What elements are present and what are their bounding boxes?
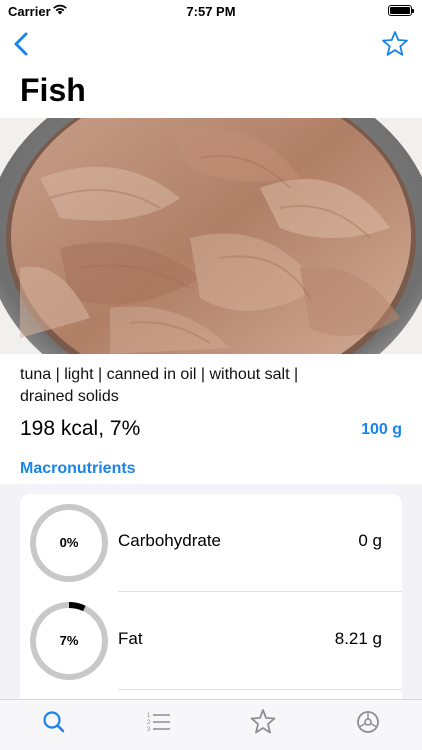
food-photo [0, 118, 422, 354]
macro-percent: 7% [59, 633, 79, 648]
tab-bar: 1 2 3 [0, 699, 422, 750]
macro-name: Fat [118, 629, 143, 648]
serving-size-button[interactable]: 100 g [361, 421, 402, 439]
page-title: Fish [20, 72, 86, 108]
star-outline-icon[interactable] [380, 29, 410, 59]
macronutrients-card: 0% Carbohydrate 0 g 7% Fat 8.21 g [20, 494, 402, 709]
chevron-left-icon[interactable] [10, 30, 34, 58]
status-time: 7:57 PM [186, 4, 236, 19]
macro-amount: 8.21 g [334, 629, 382, 648]
svg-text:3: 3 [147, 727, 151, 733]
svg-text:2: 2 [147, 720, 151, 726]
food-description: tuna | light | canned in oil | without s… [20, 366, 299, 405]
search-icon[interactable] [37, 708, 71, 736]
macro-percent: 0% [59, 535, 79, 550]
macro-name: Carbohydrate [118, 531, 222, 550]
macronutrients-header: Macronutrients [20, 460, 136, 477]
navigation-bar: Fish [0, 22, 422, 118]
macro-row-fat[interactable]: 7% Fat 8.21 g [20, 592, 402, 689]
numbered-list-icon[interactable]: 1 2 3 [142, 708, 176, 736]
battery-icon [388, 5, 414, 16]
star-icon[interactable] [246, 708, 280, 736]
macro-row-carbohydrate[interactable]: 0% Carbohydrate 0 g [20, 494, 402, 591]
energy-value: 198 kcal, 7% [20, 417, 141, 440]
food-info-panel: tuna | light | canned in oil | without s… [0, 354, 422, 709]
svg-text:1: 1 [147, 713, 151, 719]
status-bar: Carrier 7:57 PM [0, 0, 422, 22]
settings-gear-icon[interactable] [351, 708, 385, 736]
macro-amount: 0 g [358, 531, 382, 550]
